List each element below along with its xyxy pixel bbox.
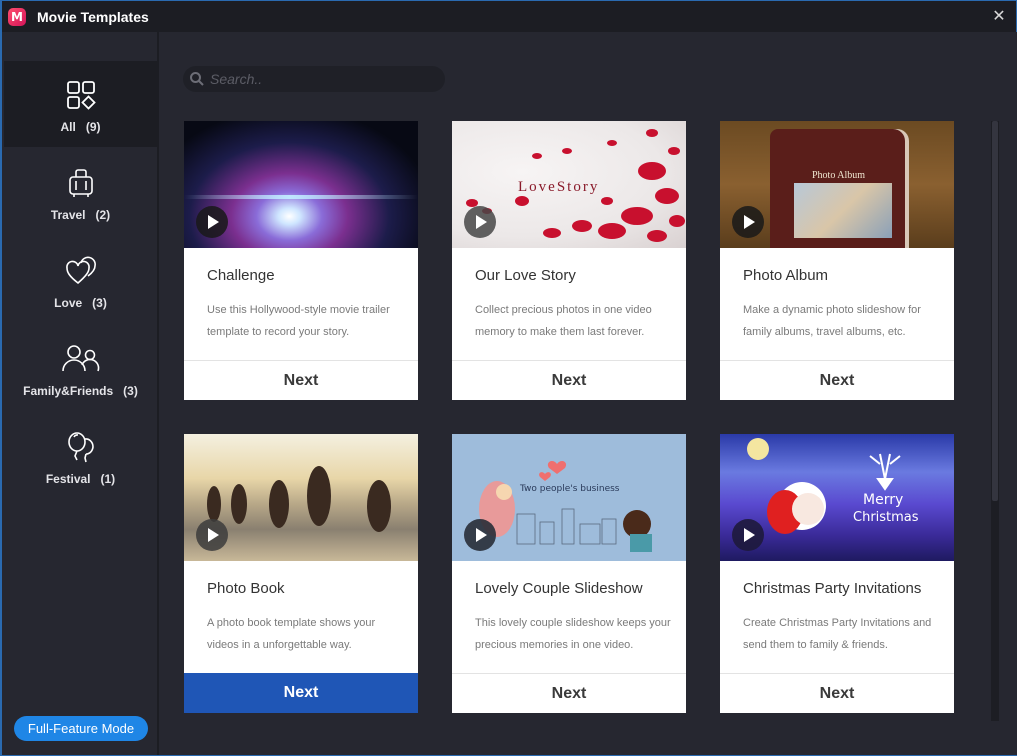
sidebar-item-label: Travel (2) [50, 208, 111, 222]
play-icon[interactable] [464, 206, 496, 238]
next-button[interactable]: Next [720, 360, 954, 400]
template-description: Create Christmas Party Invitations and s… [743, 617, 932, 651]
sidebar-item-label: Festival (1) [45, 472, 116, 486]
hearts-icon [65, 256, 96, 285]
template-description: Use this Hollywood-style movie trailer t… [207, 304, 390, 338]
template-card[interactable]: Merry Christmas Christmas Party Invitati… [720, 434, 954, 713]
thumb-text-christmas: Christmas [853, 510, 919, 525]
vertical-scrollbar[interactable] [991, 121, 999, 721]
thumb-text: Photo Album [812, 170, 866, 181]
play-icon[interactable] [196, 519, 228, 551]
template-title: Photo Book [207, 580, 285, 597]
play-icon[interactable] [732, 519, 764, 551]
scrollbar-thumb[interactable] [992, 121, 998, 501]
template-thumbnail[interactable]: LoveStory [452, 121, 686, 248]
template-card[interactable]: Two people's business Lovely Couple Slid… [452, 434, 686, 713]
template-thumbnail[interactable]: Photo Album [720, 121, 954, 248]
play-icon[interactable] [732, 206, 764, 238]
template-card[interactable]: Photo Book A photo book template shows y… [184, 434, 418, 713]
sidebar-item-travel[interactable]: Travel (2) [4, 149, 157, 235]
play-icon[interactable] [196, 206, 228, 238]
play-icon[interactable] [464, 519, 496, 551]
next-button[interactable]: Next [452, 360, 686, 400]
sidebar-item-label: Family&Friends (3) [23, 384, 138, 398]
template-description: Make a dynamic photo slideshow for famil… [743, 304, 921, 338]
template-thumbnail[interactable] [184, 434, 418, 561]
template-thumbnail[interactable]: Merry Christmas [720, 434, 954, 561]
template-card[interactable]: LoveStory Our Love Story Collect preciou… [452, 121, 686, 400]
sidebar-item-all[interactable]: All (9) [4, 61, 157, 147]
template-description: A photo book template shows your videos … [207, 617, 376, 651]
category-sidebar: All (9) Travel (2) Love (3) Family&Frien… [2, 32, 159, 755]
sidebar-item-label: All (9) [60, 120, 101, 134]
full-feature-mode-button[interactable]: Full-Feature Mode [14, 716, 148, 741]
template-thumbnail[interactable]: Two people's business [452, 434, 686, 561]
next-button[interactable]: Next [452, 673, 686, 713]
search-icon [190, 72, 204, 86]
thumb-text-merry: Merry [863, 492, 903, 508]
search-box [183, 66, 445, 92]
balloons-icon [67, 432, 94, 463]
grid-icon [66, 81, 96, 110]
template-thumbnail[interactable] [184, 121, 418, 248]
title-bar: M Movie Templates ✕ [2, 1, 1016, 32]
close-icon[interactable]: ✕ [990, 7, 1008, 25]
next-button[interactable]: Next [184, 360, 418, 400]
thumb-text: Two people's business [519, 484, 620, 494]
template-description: This lovely couple slideshow keeps your … [475, 617, 671, 651]
template-description: Collect precious photos in one video mem… [475, 304, 652, 338]
next-button[interactable]: Next [720, 673, 954, 713]
sidebar-item-label: Love (3) [54, 296, 107, 310]
luggage-icon [68, 169, 93, 197]
template-title: Christmas Party Invitations [743, 580, 922, 597]
template-title: Challenge [207, 267, 275, 284]
template-gallery: Challenge Use this Hollywood-style movie… [161, 32, 1017, 755]
template-card[interactable]: Photo Album Photo Album Make a dynamic p… [720, 121, 954, 400]
movie-templates-window: M Movie Templates ✕ All (9) Travel (2) L… [0, 0, 1017, 756]
thumb-text: LoveStory [518, 179, 599, 195]
sidebar-item-family-friends[interactable]: Family&Friends (3) [4, 325, 157, 411]
template-title: Photo Album [743, 267, 829, 284]
people-icon [61, 345, 99, 372]
template-title: Our Love Story [475, 267, 576, 284]
template-card[interactable]: Challenge Use this Hollywood-style movie… [184, 121, 418, 400]
app-logo-icon: M [8, 7, 26, 26]
sidebar-item-love[interactable]: Love (3) [4, 237, 157, 323]
template-title: Lovely Couple Slideshow [475, 580, 643, 597]
window-title: Movie Templates [37, 8, 149, 25]
search-input[interactable] [210, 71, 430, 87]
sidebar-item-festival[interactable]: Festival (1) [4, 413, 157, 499]
next-button[interactable]: Next [184, 673, 418, 713]
